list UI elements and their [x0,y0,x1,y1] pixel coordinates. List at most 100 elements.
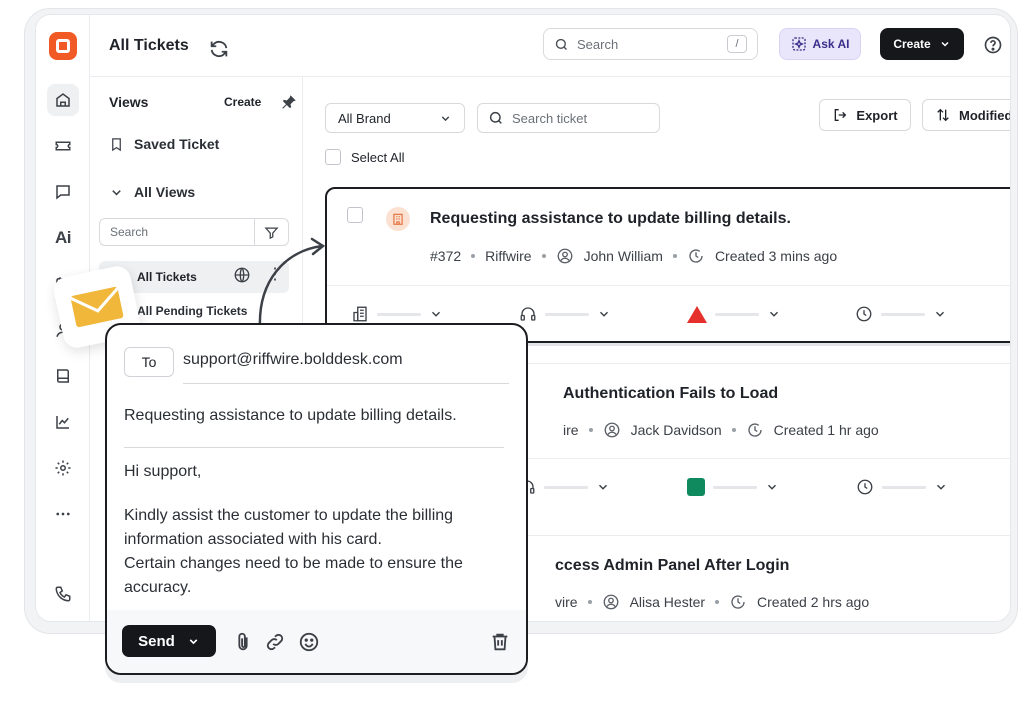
export-button[interactable]: Export [819,99,911,131]
ticket-id: #372 [430,248,462,264]
create-label: Create [893,37,931,51]
refresh-icon[interactable] [208,38,230,60]
clock-icon [747,423,762,437]
select-all-label: Select All [351,149,405,165]
priority-field[interactable] [687,305,855,323]
sla-field[interactable] [855,305,1010,323]
create-button[interactable]: Create [880,28,964,60]
phone-icon[interactable] [47,578,79,610]
ticket-meta: vire Alisa Hester Created 2 hrs ago [555,593,869,611]
select-all-checkbox[interactable] [325,149,341,165]
user-icon [603,594,618,610]
user-icon [604,422,619,438]
ticket-fields [351,305,1010,323]
clock-icon [857,479,873,495]
clock-icon [856,306,872,322]
email-footer: Send [107,610,526,673]
search-shortcut-key: / [727,35,747,53]
globe-icon [234,267,250,283]
search-icon [489,111,502,124]
chevron-down-icon [598,484,608,490]
ticket-search-input[interactable]: Search ticket [477,103,660,133]
help-icon[interactable] [983,35,1003,55]
page-title: All Tickets [109,37,189,54]
search-icon [555,38,567,50]
sort-icon [937,108,949,122]
chevron-down-icon [936,484,946,490]
search-placeholder: Search [577,36,619,52]
sparkle-icon [791,37,806,51]
email-compose-card: To support@riffwire.bolddesk.com Request… [105,323,528,675]
chart-icon[interactable] [47,406,79,438]
attachment-icon[interactable] [232,631,254,653]
link-icon[interactable] [264,631,286,653]
chevron-down-icon [441,115,450,121]
ask-ai-label: Ask AI [812,37,850,51]
email-body[interactable]: Kindly assist the customer to update the… [124,504,519,600]
chevron-down-icon [431,311,441,317]
agent-field[interactable] [518,478,687,496]
gear-icon[interactable] [47,452,79,484]
export-label: Export [856,107,898,123]
ai-icon[interactable]: Ai [47,222,79,254]
all-views-toggle[interactable]: All Views [109,184,195,200]
select-all[interactable]: Select All [325,149,404,165]
views-title: Views [109,94,149,110]
email-greeting[interactable]: Hi support, [124,463,201,481]
view-item-all-pending-tickets[interactable]: All Pending Tickets [137,304,247,318]
bolddesk-logo[interactable] [49,32,77,60]
office-icon [353,306,367,322]
ticket-title[interactable]: Requesting assistance to update billing … [430,210,791,228]
priority-low-icon [687,478,705,496]
chevron-down-icon [767,484,777,490]
subject-field[interactable]: Requesting assistance to update billing … [124,407,457,425]
sort-label: Modified [959,107,1011,123]
brand-select-value: All Brand [338,110,391,126]
email-body-line: Kindly assist the customer to update the… [124,507,454,524]
priority-field[interactable] [687,478,856,496]
sort-modified-button[interactable]: Modified [922,99,1011,131]
ticket-title[interactable]: Authentication Fails to Load [563,385,778,403]
ticket-title[interactable]: ccess Admin Panel After Login [555,557,789,575]
brand-field[interactable] [351,305,519,323]
ticket-agent: Jack Davidson [630,422,722,438]
headset-icon [520,307,536,321]
to-field[interactable]: support@riffwire.bolddesk.com [183,351,403,369]
ticket-agent: John William [583,248,663,264]
bookmark-icon [112,137,121,151]
ticket-created: Created 1 hr ago [773,422,879,438]
more-icon[interactable] [47,498,79,530]
chat-icon[interactable] [47,176,79,208]
user-icon [557,248,573,264]
ticket-brand: ire [563,422,579,438]
ticket-card[interactable]: Requesting assistance to update billing … [325,187,1010,343]
book-icon[interactable] [47,360,79,392]
emoji-icon[interactable] [298,631,320,653]
ticket-icon[interactable] [47,130,79,162]
chevron-down-icon [769,311,779,317]
clock-icon [689,249,703,263]
ask-ai-button[interactable]: Ask AI [779,28,861,60]
brand-select[interactable]: All Brand [325,103,465,133]
sla-field[interactable] [856,478,1010,496]
top-header: All Tickets Search / Ask AI Create [90,15,1010,77]
pin-icon[interactable] [280,93,298,111]
views-create-link[interactable]: Create [224,95,261,109]
ticket-brand: Riffwire [485,248,532,264]
agent-field[interactable] [519,305,687,323]
send-button[interactable]: Send [122,625,216,657]
home-icon[interactable] [47,84,79,116]
ticket-checkbox[interactable] [347,207,363,223]
view-item-label: All Tickets [137,270,197,284]
global-search-input[interactable]: Search / [543,28,758,60]
chevron-down-icon [112,189,121,195]
ticket-search-placeholder: Search ticket [512,110,588,126]
all-views-label: All Views [134,184,196,200]
saved-ticket-item[interactable]: Saved Ticket [109,136,219,152]
chevron-down-icon [941,41,949,47]
export-icon [835,109,847,121]
email-body-line: information associated with his card. [124,531,382,548]
email-body-line: Certain changes need to be made to ensur… [124,555,463,572]
trash-icon[interactable] [489,631,511,653]
email-body-line: accuracy. [124,579,192,596]
